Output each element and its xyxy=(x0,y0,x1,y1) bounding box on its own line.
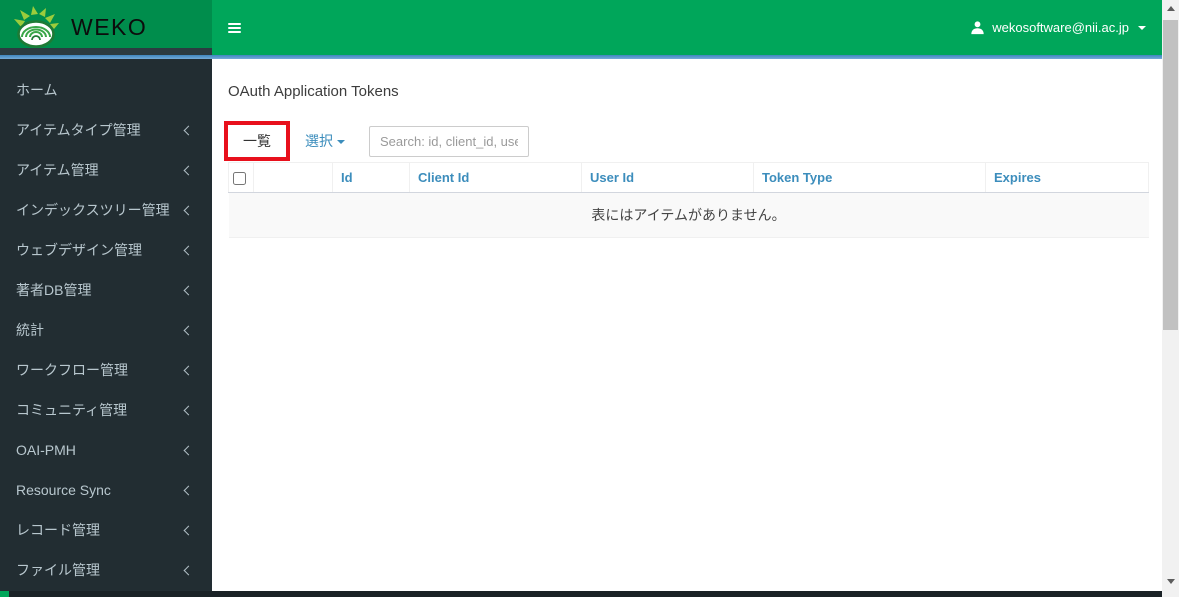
logo-underlay xyxy=(0,48,212,55)
table-header-row: Id Client Id User Id Token Type Expires xyxy=(228,162,1149,193)
scroll-up-button[interactable] xyxy=(1162,0,1179,17)
sidebar-item-oai-pmh[interactable]: OAI-PMH xyxy=(0,430,212,470)
chevron-left-icon xyxy=(183,485,194,495)
sidebar-item-community-admin[interactable]: コミュニティ管理 xyxy=(0,390,212,430)
scroll-down-button[interactable] xyxy=(1162,573,1179,590)
chevron-left-icon xyxy=(183,565,194,575)
select-all-checkbox[interactable] xyxy=(233,172,246,186)
sidebar-item-file-admin[interactable]: ファイル管理 xyxy=(0,550,212,590)
sidebar-item-statistics[interactable]: 統計 xyxy=(0,310,212,350)
sidebar-item-webdesign-admin[interactable]: ウェブデザイン管理 xyxy=(0,230,212,270)
navbar: wekosoftware@nii.ac.jp xyxy=(212,0,1162,55)
sidebar-item-workflow-admin[interactable]: ワークフロー管理 xyxy=(0,350,212,390)
sidebar-item-item-admin[interactable]: アイテム管理 xyxy=(0,150,212,190)
sidebar-item-authordb-admin[interactable]: 著者DB管理 xyxy=(0,270,212,310)
sidebar-item-record-admin[interactable]: レコード管理 xyxy=(0,510,212,550)
select-all-cell xyxy=(228,162,254,193)
chevron-left-icon xyxy=(183,445,194,455)
caret-down-icon xyxy=(1138,25,1146,30)
top-header: WEKO wekosoftware@nii.ac.jp xyxy=(0,0,1162,55)
caret-down-icon xyxy=(337,140,345,144)
empty-message: 表にはアイテムがありません。 xyxy=(228,192,1149,238)
column-header-token-type[interactable]: Token Type xyxy=(753,162,986,193)
annotation-highlight-box: 一覧 xyxy=(224,121,290,161)
user-account-menu[interactable]: wekosoftware@nii.ac.jp xyxy=(970,0,1162,55)
sidebar-item-indextree-admin[interactable]: インデックスツリー管理 xyxy=(0,190,212,230)
chevron-left-icon xyxy=(183,205,194,215)
search-input[interactable] xyxy=(369,125,529,157)
bottom-edge-strip xyxy=(0,591,1162,597)
main-content: OAuth Application Tokens 一覧 選択 Id Client… xyxy=(212,59,1162,591)
chevron-left-icon xyxy=(183,245,194,255)
brand-title: WEKO xyxy=(71,14,148,40)
chevron-left-icon xyxy=(183,325,194,335)
actions-column-header xyxy=(253,162,333,193)
column-header-user-id[interactable]: User Id xyxy=(581,162,754,193)
select-dropdown[interactable]: 選択 xyxy=(299,125,351,157)
sidebar-item-itemtype-admin[interactable]: アイテムタイプ管理 xyxy=(0,110,212,150)
weko-logo-icon xyxy=(14,5,59,48)
sidebar-toggle-button[interactable] xyxy=(212,0,256,55)
table-toolbar: 一覧 選択 xyxy=(224,121,529,161)
chevron-left-icon xyxy=(183,525,194,535)
scrollbar-thumb[interactable] xyxy=(1163,20,1178,330)
sidebar-item-home[interactable]: ホーム xyxy=(0,70,212,110)
sidebar-nav: ホーム アイテムタイプ管理 アイテム管理 インデックスツリー管理 ウェブデザイン… xyxy=(0,59,212,597)
logo-area[interactable]: WEKO xyxy=(0,0,212,55)
chevron-left-icon xyxy=(183,125,194,135)
user-icon xyxy=(971,21,984,35)
list-view-button[interactable]: 一覧 xyxy=(228,125,286,157)
vertical-scrollbar[interactable] xyxy=(1162,0,1179,597)
chevron-left-icon xyxy=(183,165,194,175)
column-header-id[interactable]: Id xyxy=(332,162,410,193)
sidebar-item-resource-sync[interactable]: Resource Sync xyxy=(0,470,212,510)
active-item-indicator xyxy=(0,591,9,597)
chevron-left-icon xyxy=(183,405,194,415)
arrow-up-icon xyxy=(1166,6,1175,11)
chevron-left-icon xyxy=(183,365,194,375)
arrow-down-icon xyxy=(1166,579,1175,584)
chevron-left-icon xyxy=(183,285,194,295)
oauth-tokens-table: Id Client Id User Id Token Type Expires … xyxy=(228,162,1149,238)
column-header-client-id[interactable]: Client Id xyxy=(409,162,582,193)
empty-row: 表にはアイテムがありません。 xyxy=(228,192,1149,238)
user-email: wekosoftware@nii.ac.jp xyxy=(992,20,1129,35)
hamburger-icon xyxy=(227,22,241,25)
page-title: OAuth Application Tokens xyxy=(228,83,399,100)
column-header-expires[interactable]: Expires xyxy=(985,162,1149,193)
